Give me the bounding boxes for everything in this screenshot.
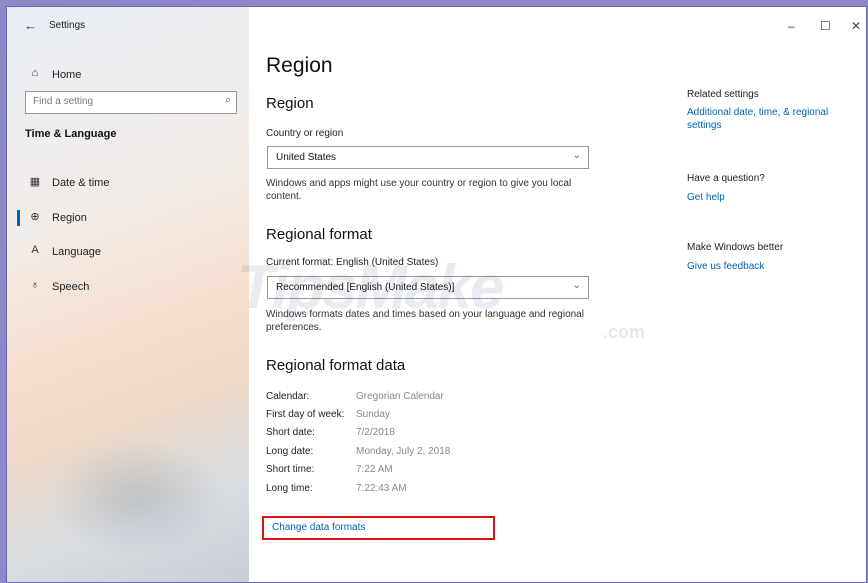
format-data-heading: Regional format data: [266, 357, 406, 374]
sidebar-item-label: Date & time: [52, 177, 110, 189]
change-data-formats-link[interactable]: Change data formats: [272, 522, 365, 533]
region-description: Windows and apps might use your country …: [266, 178, 572, 202]
sidebar-item-label: Speech: [52, 281, 90, 293]
search-placeholder: Find a setting: [33, 96, 94, 107]
watermark-logo: TipsMake: [237, 253, 504, 322]
back-arrow-icon[interactable]: ←: [24, 18, 37, 33]
sidebar-item-label: Home: [52, 69, 82, 81]
format-value: 7:22 AM: [356, 464, 393, 475]
format-key: First day of week:: [266, 409, 345, 420]
sidebar-item-date-time[interactable]: ▦ Date & time: [7, 169, 249, 197]
regional-format-heading: Regional format: [266, 226, 372, 243]
sidebar-item-speech[interactable]: ♁ Speech: [7, 273, 249, 301]
format-value: Monday, July 2, 2018: [356, 446, 451, 457]
page-title: Region: [266, 54, 333, 77]
sidebar-item-label: Language: [52, 246, 101, 258]
format-key: Short time:: [266, 464, 315, 475]
related-settings-heading: Related settings: [687, 89, 759, 100]
watermark-suffix: .com: [603, 322, 646, 342]
additional-settings-link[interactable]: Additional date, time, & regional settin…: [687, 106, 857, 132]
chevron-down-icon: ⌄: [572, 150, 581, 161]
question-heading: Have a question?: [687, 173, 765, 184]
sidebar: ← Settings ⌂ Home Find a setting ⌕ Time …: [7, 7, 249, 582]
home-icon: ⌂: [31, 67, 39, 79]
sidebar-item-home[interactable]: ⌂ Home: [7, 61, 249, 89]
search-input[interactable]: Find a setting ⌕: [25, 91, 237, 114]
related-settings: Related settings Additional date, time, …: [687, 88, 857, 132]
sidebar-item-region[interactable]: ⊕ Region: [7, 204, 249, 232]
language-icon: A: [31, 244, 39, 256]
country-value: United States: [276, 152, 337, 163]
section-title: Time & Language: [25, 128, 117, 140]
format-value: Gregorian Calendar: [356, 391, 444, 402]
maximize-button[interactable]: ☐: [820, 19, 831, 33]
feedback-heading: Make Windows better: [687, 242, 784, 253]
highlight-box: Change data formats: [262, 516, 495, 540]
sidebar-item-label: Region: [52, 212, 87, 224]
format-key: Long date:: [266, 446, 314, 457]
give-feedback-link[interactable]: Give us feedback: [687, 260, 857, 273]
minimize-button[interactable]: –: [788, 19, 795, 33]
settings-window: ← Settings ⌂ Home Find a setting ⌕ Time …: [7, 7, 866, 582]
country-label: Country or region: [266, 128, 344, 139]
format-value: Sunday: [356, 409, 390, 420]
globe-icon: ⊕: [30, 211, 40, 223]
window-title: Settings: [49, 20, 86, 31]
chevron-down-icon: ⌄: [572, 280, 581, 291]
microphone-icon: ♁: [30, 279, 40, 291]
get-help-link[interactable]: Get help: [687, 191, 857, 204]
sidebar-item-language[interactable]: A Language: [7, 238, 249, 266]
format-value: 7/2/2018: [356, 427, 395, 438]
question-section: Have a question? Get help: [687, 172, 857, 204]
close-button[interactable]: ✕: [851, 19, 861, 33]
search-icon[interactable]: ⌕: [225, 94, 231, 107]
feedback-section: Make Windows better Give us feedback: [687, 241, 857, 273]
region-heading: Region: [266, 95, 314, 112]
format-key: Calendar:: [266, 391, 310, 402]
format-key: Long time:: [266, 483, 313, 494]
format-key: Short date:: [266, 427, 315, 438]
calendar-icon: ▦: [29, 176, 41, 188]
country-dropdown[interactable]: United States ⌄: [267, 146, 589, 169]
format-value: 7:22:43 AM: [356, 483, 407, 494]
